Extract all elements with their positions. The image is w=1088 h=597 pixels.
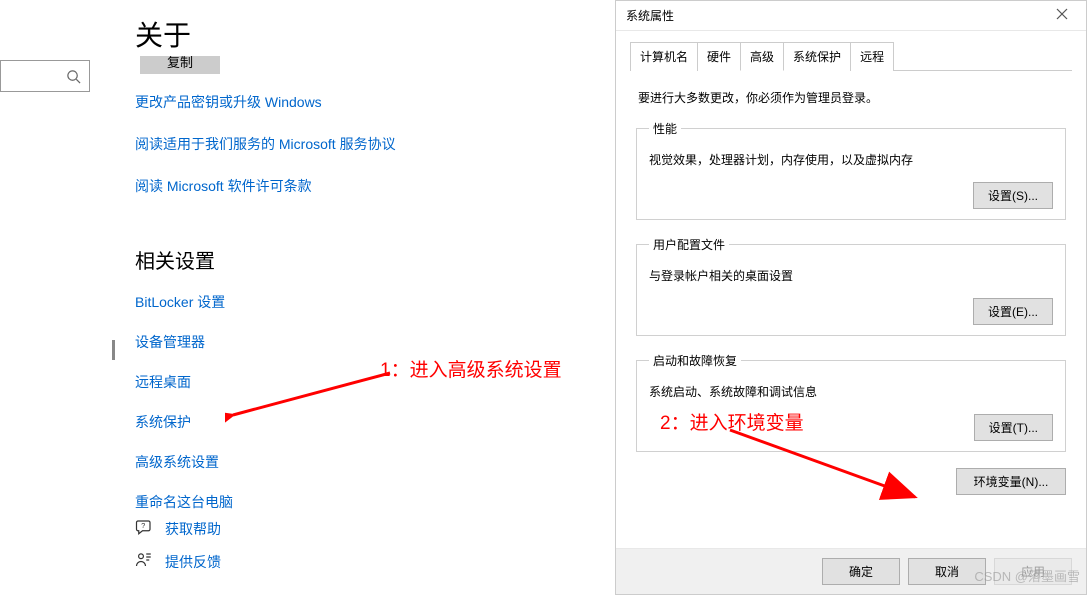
- product-links: 更改产品密钥或升级 Windows 阅读适用于我们服务的 Microsoft 服…: [135, 92, 396, 218]
- startup-recovery-settings-button[interactable]: 设置(T)...: [974, 414, 1053, 441]
- watermark: CSDN @落墨画雪: [974, 566, 1080, 585]
- tab-remote[interactable]: 远程: [850, 42, 894, 71]
- startup-recovery-desc: 系统启动、系统故障和调试信息: [649, 383, 1053, 400]
- env-var-row: 环境变量(N)...: [616, 468, 1086, 495]
- user-profiles-legend: 用户配置文件: [649, 236, 729, 253]
- performance-settings-button[interactable]: 设置(S)...: [973, 182, 1053, 209]
- environment-variables-button[interactable]: 环境变量(N)...: [956, 468, 1066, 495]
- settings-about-panel: 关于 复制 更改产品密钥或升级 Windows 阅读适用于我们服务的 Micro…: [0, 0, 620, 597]
- link-rename-pc[interactable]: 重命名这台电脑: [135, 492, 233, 512]
- search-input[interactable]: [0, 60, 90, 92]
- help-feedback-section: ? 获取帮助 提供反馈: [135, 518, 221, 584]
- link-device-manager[interactable]: 设备管理器: [135, 332, 233, 352]
- user-profiles-group: 用户配置文件 与登录帐户相关的桌面设置 设置(E)...: [636, 236, 1066, 336]
- sidebar-indicator: [112, 340, 115, 360]
- close-icon: [1056, 8, 1068, 20]
- ok-button[interactable]: 确定: [822, 558, 900, 585]
- link-change-product-key[interactable]: 更改产品密钥或升级 Windows: [135, 92, 396, 112]
- user-profiles-settings-button[interactable]: 设置(E)...: [973, 298, 1053, 325]
- performance-legend: 性能: [649, 120, 681, 137]
- annotation-1-text: 1：进入高级系统设置: [380, 355, 562, 382]
- performance-group: 性能 视觉效果，处理器计划，内存使用，以及虚拟内存 设置(S)...: [636, 120, 1066, 220]
- system-properties-dialog: 系统属性 计算机名 硬件 高级 系统保护 远程 要进行大多数更改，你必须作为管理…: [615, 0, 1087, 595]
- tab-computer-name[interactable]: 计算机名: [630, 42, 698, 71]
- copy-button[interactable]: 复制: [140, 56, 220, 74]
- feedback-icon: [135, 551, 157, 572]
- related-settings-heading: 相关设置: [135, 245, 233, 274]
- related-settings: 相关设置 BitLocker 设置 设备管理器 远程桌面 系统保护 高级系统设置…: [135, 225, 233, 532]
- startup-recovery-legend: 启动和故障恢复: [649, 352, 741, 369]
- tab-strip: 计算机名 硬件 高级 系统保护 远程: [630, 41, 1072, 71]
- close-button[interactable]: [1042, 7, 1082, 25]
- annotation-2-text: 2：进入环境变量: [660, 408, 804, 435]
- admin-note: 要进行大多数更改，你必须作为管理员登录。: [638, 89, 1064, 106]
- link-get-help[interactable]: 获取帮助: [165, 519, 221, 539]
- svg-text:?: ?: [141, 521, 145, 530]
- performance-desc: 视觉效果，处理器计划，内存使用，以及虚拟内存: [649, 151, 1053, 168]
- dialog-body: 要进行大多数更改，你必须作为管理员登录。 性能 视觉效果，处理器计划，内存使用，…: [616, 71, 1086, 452]
- link-system-protection[interactable]: 系统保护: [135, 412, 233, 432]
- link-remote-desktop[interactable]: 远程桌面: [135, 372, 233, 392]
- tab-advanced[interactable]: 高级: [740, 42, 784, 71]
- link-services-agreement[interactable]: 阅读适用于我们服务的 Microsoft 服务协议: [135, 134, 396, 154]
- user-profiles-desc: 与登录帐户相关的桌面设置: [649, 267, 1053, 284]
- link-bitlocker[interactable]: BitLocker 设置: [135, 292, 233, 312]
- link-advanced-system-settings[interactable]: 高级系统设置: [135, 452, 233, 472]
- help-icon: ?: [135, 518, 157, 539]
- dialog-title: 系统属性: [626, 7, 1042, 24]
- search-icon: [66, 69, 81, 84]
- dialog-titlebar[interactable]: 系统属性: [616, 1, 1086, 31]
- page-title: 关于: [135, 14, 191, 54]
- link-give-feedback[interactable]: 提供反馈: [165, 552, 221, 572]
- link-license-terms[interactable]: 阅读 Microsoft 软件许可条款: [135, 176, 396, 196]
- tab-system-protection[interactable]: 系统保护: [783, 42, 851, 71]
- startup-recovery-group: 启动和故障恢复 系统启动、系统故障和调试信息 设置(T)...: [636, 352, 1066, 452]
- tab-hardware[interactable]: 硬件: [697, 42, 741, 71]
